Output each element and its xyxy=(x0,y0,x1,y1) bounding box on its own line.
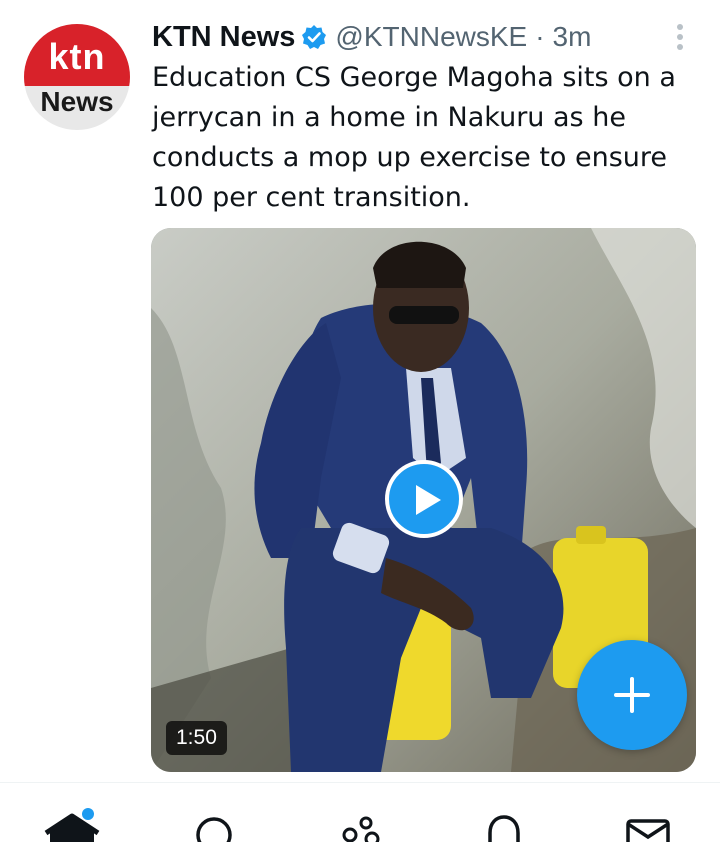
home-icon xyxy=(44,813,100,842)
author-name[interactable]: KTN News xyxy=(152,21,295,54)
avatar[interactable]: ktn News xyxy=(24,24,130,130)
video-duration: 1:50 xyxy=(166,721,227,755)
bottom-nav xyxy=(0,783,720,842)
nav-messages[interactable] xyxy=(608,783,688,842)
author-handle[interactable]: @KTNNewsKE xyxy=(335,21,527,53)
avatar-logo-subtext: News xyxy=(40,86,114,117)
tweet-timestamp[interactable]: 3m xyxy=(553,21,592,53)
notification-dot xyxy=(82,808,94,820)
search-icon xyxy=(196,817,232,842)
messages-icon xyxy=(626,819,670,842)
verified-badge-icon xyxy=(302,25,327,49)
more-vertical-icon[interactable] xyxy=(672,22,688,52)
play-button[interactable] xyxy=(385,460,463,538)
play-icon xyxy=(416,485,441,515)
nav-notifications[interactable] xyxy=(464,783,544,842)
plus-icon xyxy=(614,677,650,713)
tweet-header: KTN News @KTNNewsKE · 3m xyxy=(152,18,591,56)
nav-home[interactable] xyxy=(32,783,112,842)
compose-tweet-button[interactable] xyxy=(577,640,687,750)
tweet-text: Education CS George Magoha sits on a jer… xyxy=(152,62,676,213)
nav-search[interactable] xyxy=(174,783,254,842)
notifications-icon xyxy=(488,815,520,842)
avatar-logo-text: ktn xyxy=(48,36,106,77)
spaces-icon xyxy=(342,816,380,842)
nav-spaces[interactable] xyxy=(320,783,400,842)
header-separator: · xyxy=(535,21,545,52)
